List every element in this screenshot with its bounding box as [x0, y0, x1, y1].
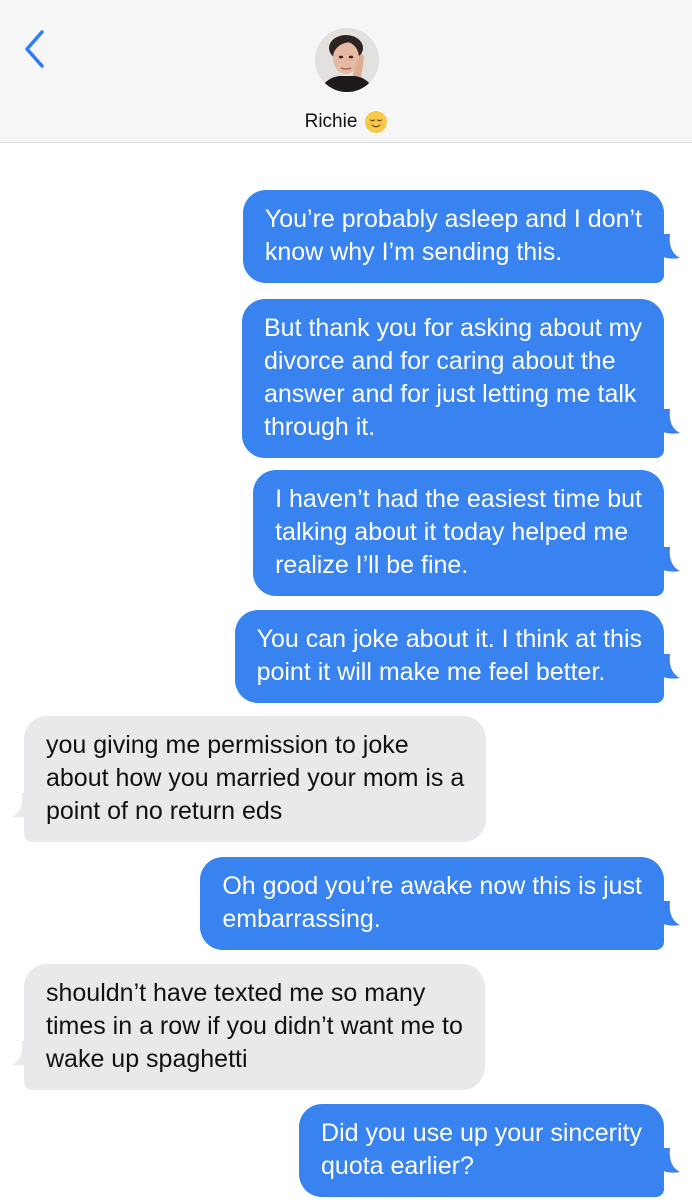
bubble-tail [12, 1041, 32, 1066]
message-bubble-sent[interactable]: You can joke about it. I think at this p… [234, 610, 664, 703]
message-line: talking about it today helped me [275, 518, 629, 546]
message-line: point of no return eds [46, 797, 283, 825]
message-bubble-sent[interactable]: I haven’t had the easiest time but talki… [253, 470, 664, 596]
message-line: quota earlier? [321, 1152, 474, 1180]
back-button[interactable] [18, 28, 52, 70]
message-bubble-sent[interactable]: But thank you for asking about my divorc… [242, 299, 664, 458]
contact-name: Richie [304, 111, 358, 132]
message-line: Did you use up your sincerity [321, 1119, 642, 1147]
message-line: you giving me permission to joke [46, 731, 409, 759]
bubble-tail [660, 547, 680, 572]
message-line: about how you married your mom is a [46, 764, 465, 792]
chevron-left-icon [25, 30, 44, 68]
conversation-header: Richie [0, 0, 692, 143]
contact-avatar[interactable] [315, 28, 379, 92]
relieved-face-emoji [365, 111, 388, 133]
message-line: point it will make me feel better. [256, 658, 606, 686]
message-thread: You’re probably asleep and I don’t know … [0, 143, 692, 1200]
message-line: You’re probably asleep and I don’t [264, 205, 642, 233]
message-bubble-received[interactable]: shouldn’t have texted me so many times i… [24, 964, 485, 1090]
message-line: times in a row if you didn’t want me to [46, 1012, 463, 1040]
message-bubble-sent[interactable]: You’re probably asleep and I don’t know … [242, 190, 664, 283]
contact-name-row[interactable]: Richie [0, 108, 692, 136]
bubble-tail [12, 793, 32, 818]
message-line: divorce and for caring about the [264, 347, 616, 375]
message-line: embarrassing. [222, 905, 381, 933]
message-bubble-sent[interactable]: Oh good you’re awake now this is just em… [200, 857, 664, 950]
message-line: know why I’m sending this. [264, 238, 563, 266]
message-line: Oh good you’re awake now this is just [222, 872, 642, 900]
message-line: You can joke about it. I think at this [256, 625, 642, 653]
message-line: But thank you for asking about my [264, 314, 642, 342]
message-line: I haven’t had the easiest time but [275, 485, 642, 513]
message-bubble-sent[interactable]: Did you use up your sincerity quota earl… [299, 1104, 664, 1197]
message-line: shouldn’t have texted me so many [46, 979, 426, 1007]
bubble-tail [660, 234, 680, 259]
bubble-tail [660, 409, 680, 434]
avatar-photo [315, 28, 379, 92]
message-line: realize I’ll be fine. [275, 551, 469, 579]
message-line: through it. [264, 413, 376, 441]
message-line: wake up spaghetti [46, 1045, 248, 1073]
bubble-tail [660, 1148, 680, 1173]
bubble-tail [660, 901, 680, 926]
bubble-tail [660, 654, 680, 679]
message-bubble-received[interactable]: you giving me permission to joke about h… [24, 716, 487, 842]
message-line: answer and for just letting me talk [264, 380, 637, 408]
